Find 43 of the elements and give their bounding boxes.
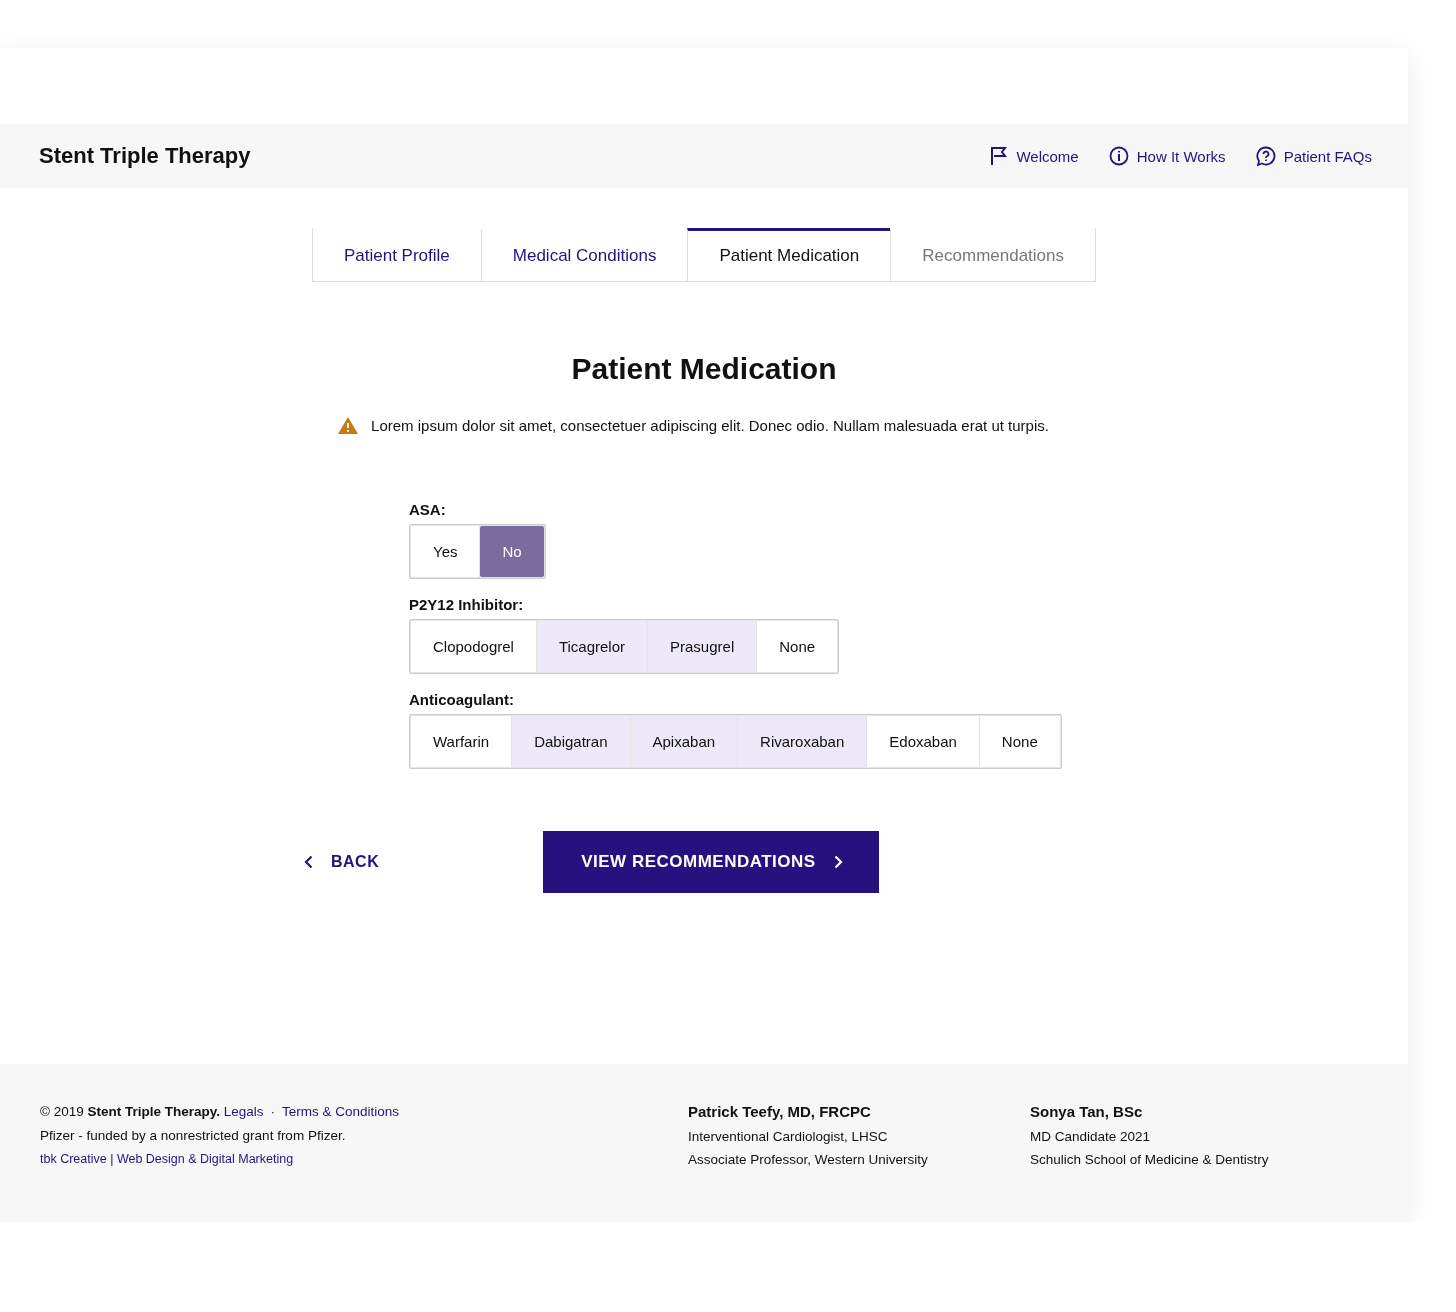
option-button[interactable]: None bbox=[979, 716, 1060, 767]
option-button[interactable]: No bbox=[480, 526, 544, 577]
field-label: ASA: bbox=[409, 501, 447, 518]
option-button[interactable]: Dabigatran bbox=[512, 716, 630, 767]
option-button[interactable]: None bbox=[757, 621, 838, 672]
nav-link[interactable]: Welcome bbox=[990, 146, 1079, 166]
chevron-right-icon bbox=[833, 855, 843, 869]
option-button[interactable]: Clopodogrel bbox=[411, 621, 536, 672]
site-title: Stent Triple Therapy bbox=[39, 143, 251, 169]
option-button[interactable]: Rivaroxaban bbox=[738, 716, 867, 767]
author-detail: Schulich School of Medicine & Dentistry bbox=[1030, 1151, 1270, 1169]
help-icon bbox=[1255, 146, 1276, 166]
option-button[interactable]: Ticagrelor bbox=[536, 621, 648, 672]
nav-link[interactable]: Patient FAQs bbox=[1255, 146, 1372, 166]
page-heading: Patient Medication bbox=[570, 352, 838, 386]
separator-dot: · bbox=[270, 1104, 276, 1119]
back-button[interactable]: BACK bbox=[298, 847, 386, 877]
warning-icon bbox=[337, 416, 360, 435]
option-button[interactable]: Warfarin bbox=[411, 716, 512, 767]
warning-text: Lorem ipsum dolor sit amet, consectetuer adipiscing elit. Donec odio. Nullam malesuada erat ut turpis. bbox=[371, 417, 1049, 434]
field-label: Anticoagulant: bbox=[409, 691, 515, 708]
option-button[interactable]: Apixaban bbox=[630, 716, 738, 767]
option-button[interactable]: Edoxaban bbox=[867, 716, 979, 767]
chevron-left-icon bbox=[304, 855, 313, 869]
nav-link[interactable]: How It Works bbox=[1108, 146, 1226, 166]
flag-icon bbox=[990, 146, 1009, 166]
footer-link[interactable]: Legals bbox=[223, 1104, 264, 1119]
step-tab[interactable]: Patient Medication bbox=[687, 228, 891, 281]
author-detail: Associate Professor, Western University bbox=[688, 1151, 929, 1169]
view-recommendations-button[interactable]: VIEW RECOMMENDATIONS bbox=[543, 831, 879, 893]
footer-link[interactable]: Terms & Conditions bbox=[282, 1104, 400, 1119]
step-tab[interactable]: Medical Conditions bbox=[480, 228, 688, 281]
author-name: Patrick Teefy, MD, FRCPC bbox=[688, 1103, 871, 1120]
option-button[interactable]: Yes bbox=[411, 526, 480, 577]
field-label: P2Y12 Inhibitor: bbox=[409, 596, 525, 613]
author-detail: Interventional Cardiologist, LHSC bbox=[688, 1127, 889, 1146]
author-detail: MD Candidate 2021 bbox=[1030, 1127, 1152, 1146]
credit-link[interactable]: tbk Creative | Web Design & Digital Marketing bbox=[40, 1152, 294, 1166]
author-name: Sonya Tan, BSc bbox=[1030, 1103, 1143, 1120]
option-button[interactable]: Prasugrel bbox=[648, 621, 757, 672]
copyright-text: © 2019 Stent Triple Therapy. bbox=[40, 1104, 220, 1119]
funding-text: Pfizer - funded by a nonrestricted grant from Pfizer. bbox=[40, 1126, 347, 1145]
info-icon bbox=[1108, 146, 1129, 166]
